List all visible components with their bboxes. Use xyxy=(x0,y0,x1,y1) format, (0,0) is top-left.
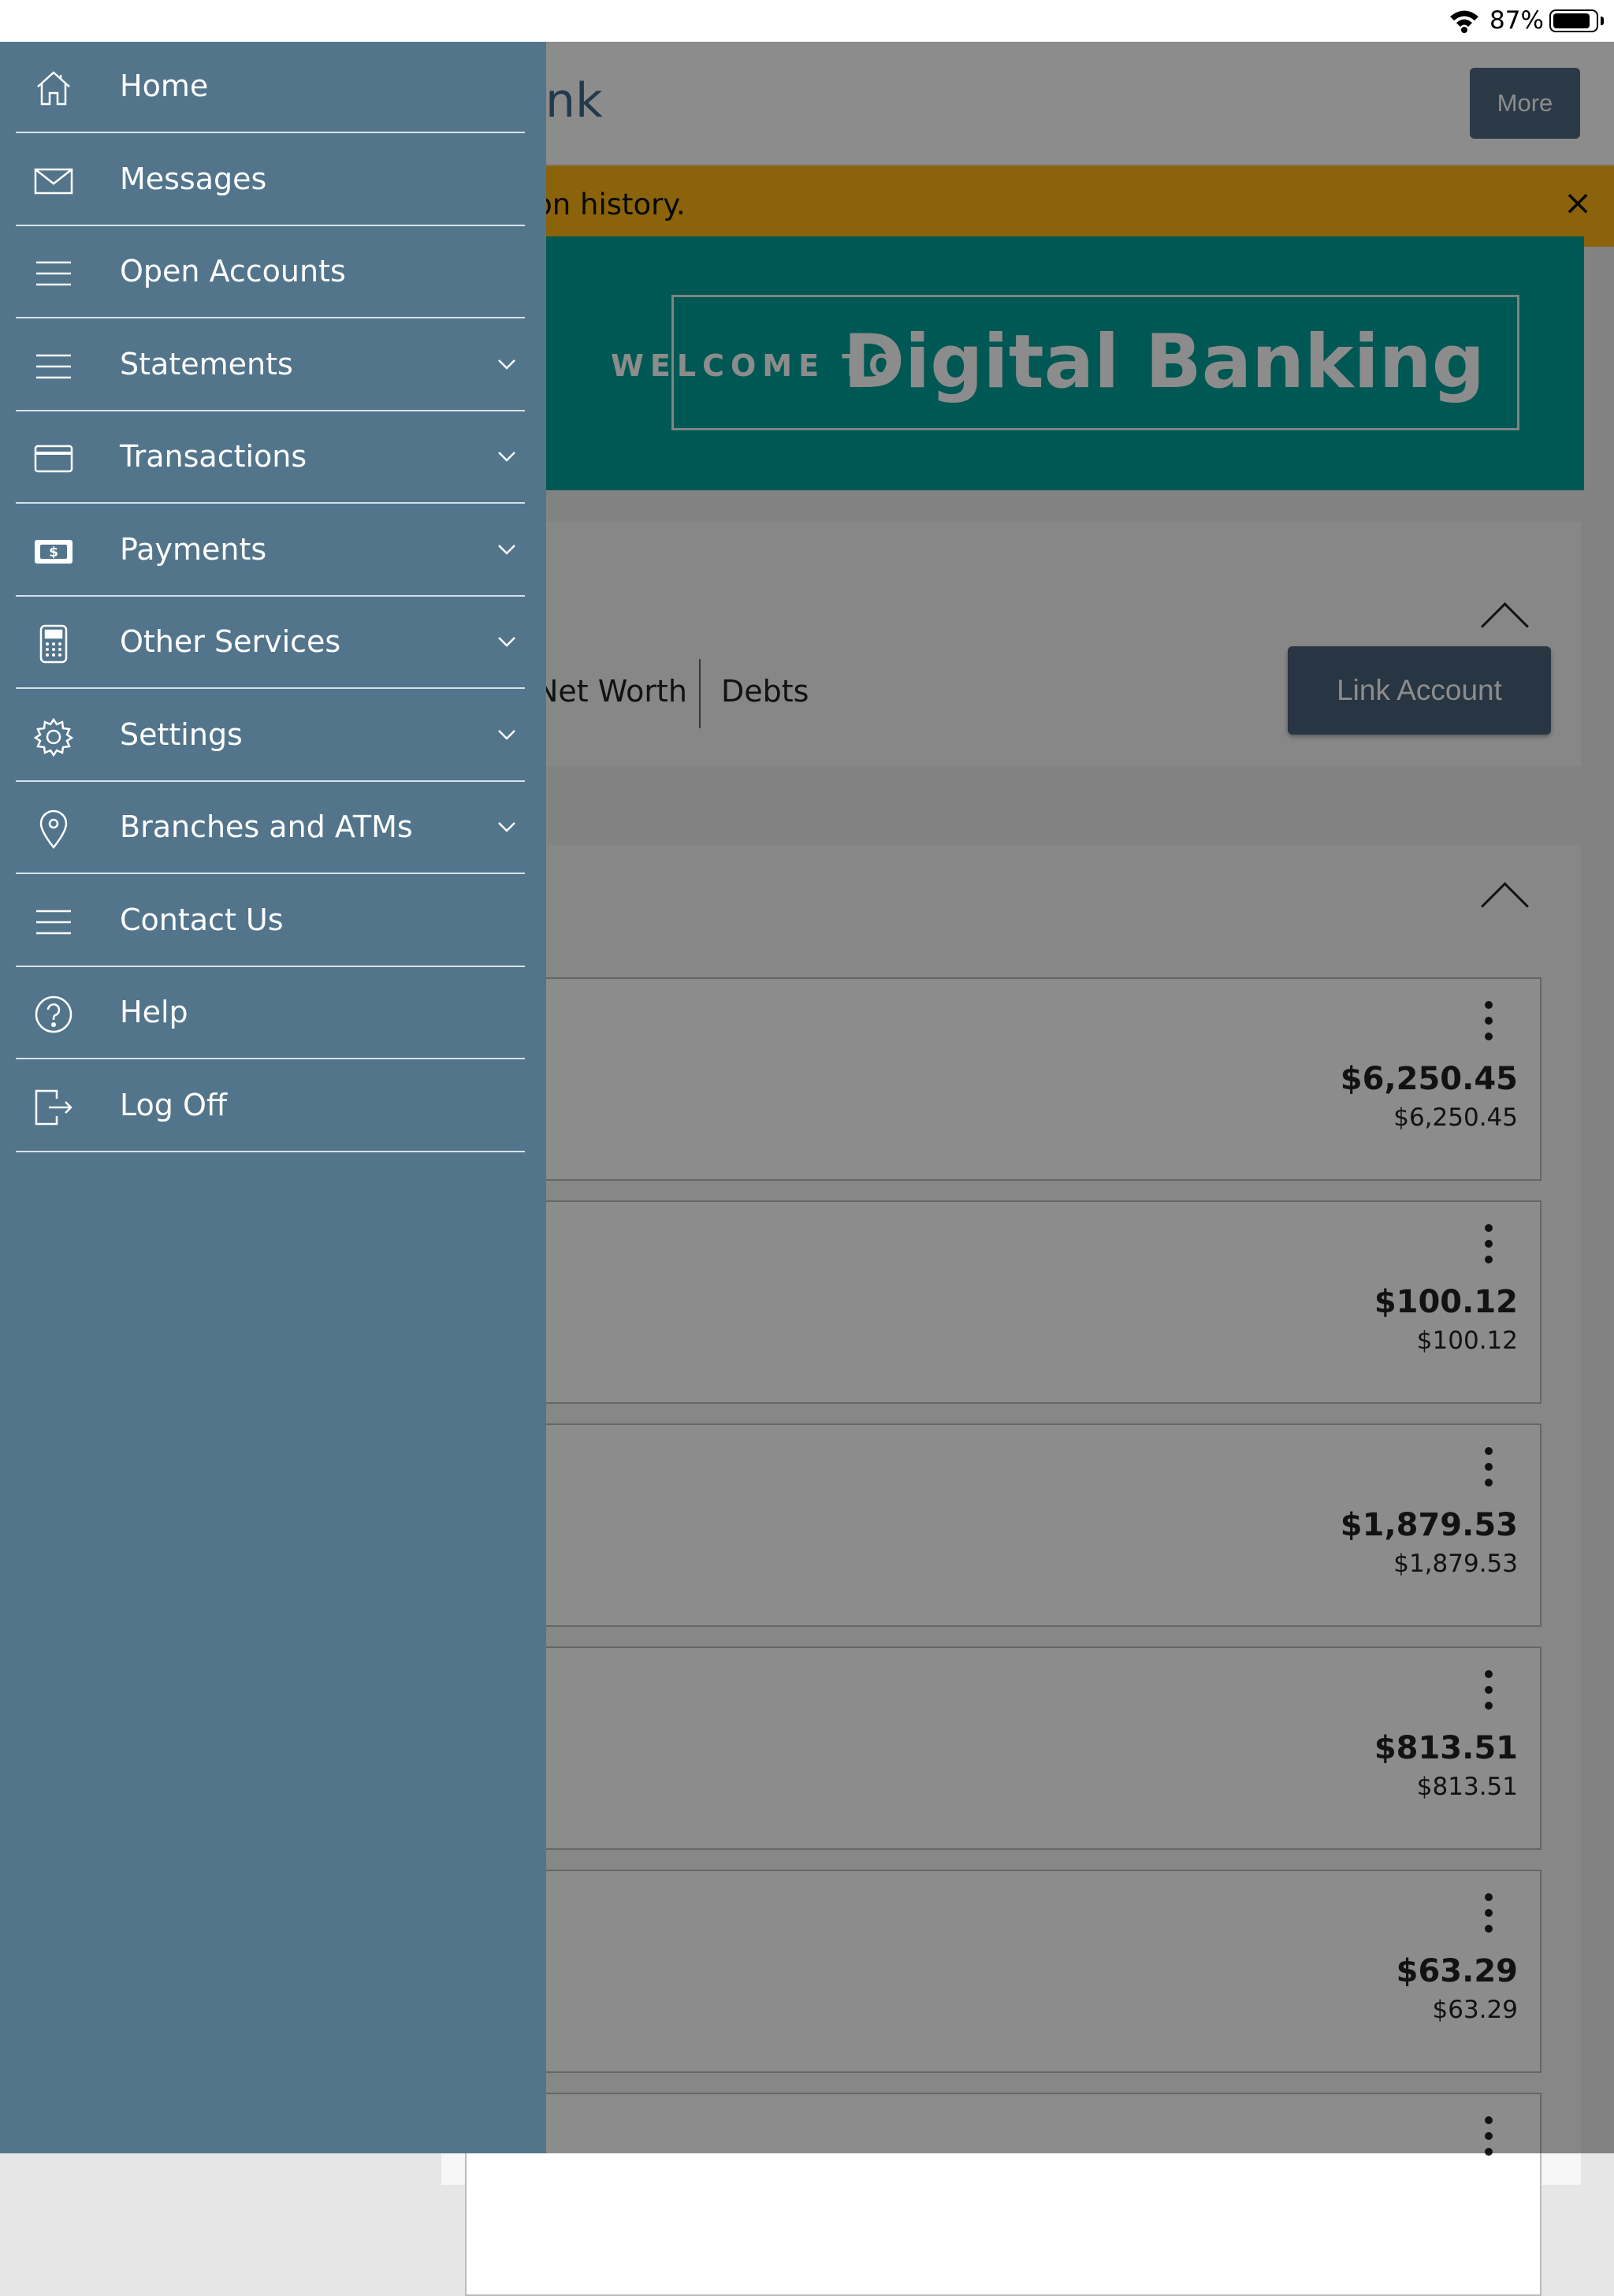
home-icon xyxy=(33,68,74,109)
menu-item-transactions[interactable]: Transactions xyxy=(16,412,525,504)
battery-level xyxy=(1553,13,1590,28)
menu-item-label: Help xyxy=(120,995,188,1029)
chevron-down-icon[interactable] xyxy=(497,355,516,374)
money-icon: $ xyxy=(33,531,74,572)
menu-item-label: Other Services xyxy=(120,624,341,659)
map-pin-icon xyxy=(33,809,74,850)
svg-text:$: $ xyxy=(49,545,58,560)
chevron-down-icon[interactable] xyxy=(497,447,516,466)
chevron-down-icon[interactable] xyxy=(497,817,516,836)
chevron-down-icon[interactable] xyxy=(497,632,516,651)
menu-item-branches-and-atms[interactable]: Branches and ATMs xyxy=(16,783,525,874)
menu-item-home[interactable]: Home xyxy=(16,42,525,133)
navigation-drawer: Home Messages Open Accounts Statements Trans… xyxy=(0,42,546,2153)
menu-item-contact-us[interactable]: Contact Us xyxy=(16,876,525,967)
chevron-down-icon[interactable] xyxy=(497,540,516,559)
menu-item-label: Home xyxy=(120,69,209,103)
menu-item-label: Messages xyxy=(120,161,267,196)
menu-item-label: Branches and ATMs xyxy=(120,809,413,844)
help-circle-icon xyxy=(33,994,74,1035)
list-icon xyxy=(33,902,74,943)
calculator-icon xyxy=(33,623,74,664)
list-icon xyxy=(33,253,74,294)
menu-item-messages[interactable]: Messages xyxy=(16,135,525,226)
wifi-icon xyxy=(1450,10,1478,33)
menu-item-label: Contact Us xyxy=(120,902,284,937)
menu-item-label: Open Accounts xyxy=(120,254,346,288)
menu-item-label: Transactions xyxy=(120,439,307,474)
battery-icon xyxy=(1549,9,1598,32)
battery-tip xyxy=(1601,17,1604,25)
envelope-icon xyxy=(33,161,74,202)
chevron-down-icon[interactable] xyxy=(497,725,516,744)
gear-icon xyxy=(33,716,74,757)
menu-item-label: Log Off xyxy=(120,1087,228,1122)
menu-item-open-accounts[interactable]: Open Accounts xyxy=(16,227,525,318)
menu-item-settings[interactable]: Settings xyxy=(16,690,525,782)
status-bar: 87% xyxy=(0,0,1614,42)
menu-item-label: Settings xyxy=(120,716,243,752)
menu-item-label: Statements xyxy=(120,346,293,381)
menu-item-other-services[interactable]: Other Services xyxy=(16,597,525,689)
battery-percentage: 87% xyxy=(1489,6,1544,35)
logout-icon xyxy=(33,1087,74,1128)
menu-item-label: Payments xyxy=(120,531,267,567)
menu-item-log-off[interactable]: Log Off xyxy=(16,1061,525,1152)
list-icon xyxy=(33,346,74,387)
menu-item-statements[interactable]: Statements xyxy=(16,320,525,411)
credit-card-icon xyxy=(33,438,74,479)
menu-item-help[interactable]: Help xyxy=(16,968,525,1059)
menu-item-payments[interactable]: $ Payments xyxy=(16,505,525,597)
